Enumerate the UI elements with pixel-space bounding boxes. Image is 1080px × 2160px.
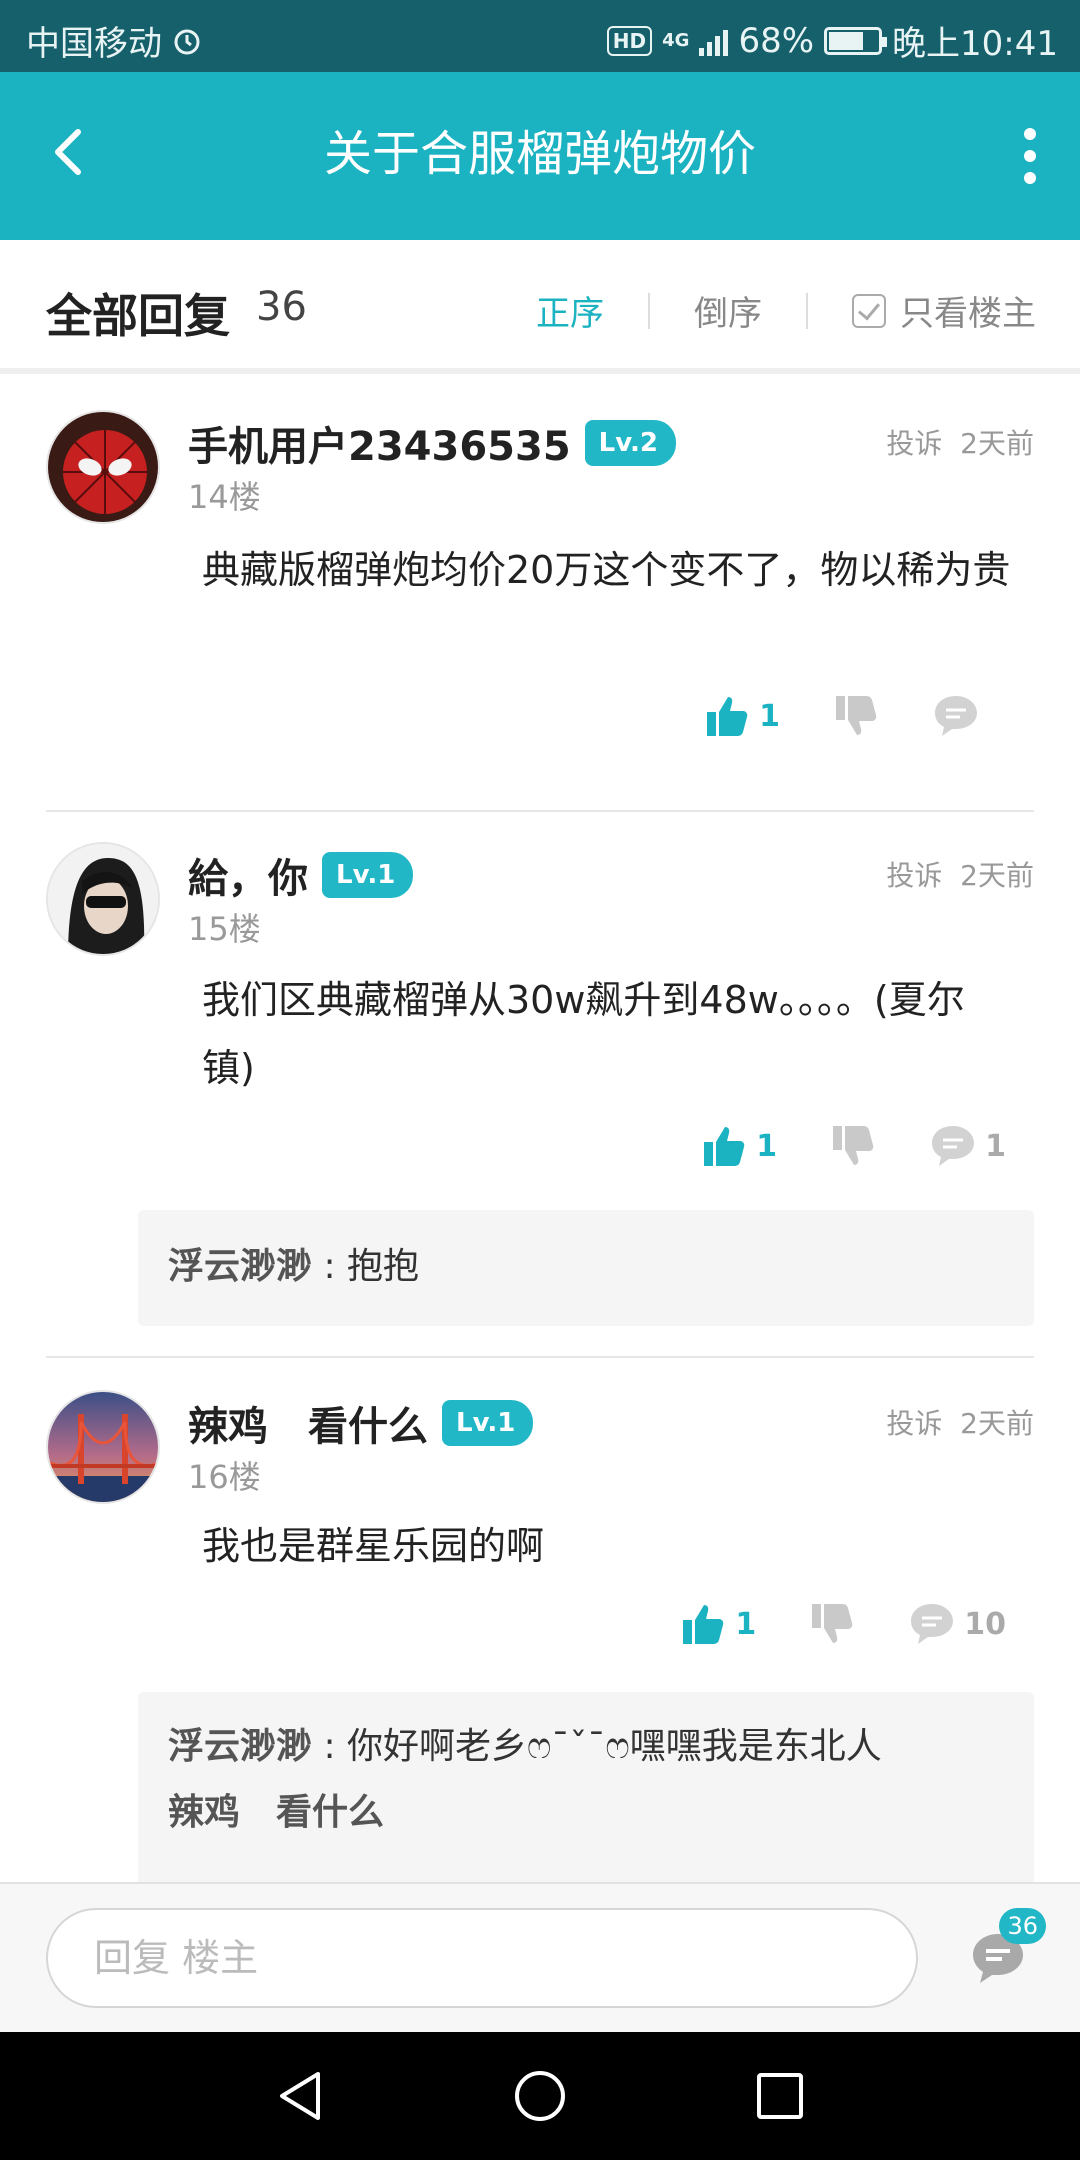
level-badge: Lv.2 — [584, 420, 677, 466]
title-bar: 关于合服榴弹炮物价 — [0, 72, 1080, 240]
comment-icon — [932, 1126, 975, 1166]
alarm-icon — [174, 29, 200, 54]
battery-percent: 68% — [738, 20, 815, 61]
post-meta: 投诉 2天前 — [886, 422, 1034, 462]
avatar[interactable] — [46, 842, 160, 956]
sub-reply-text: 抱抱 — [347, 1246, 420, 1287]
sub-reply-author[interactable]: 辣鸡 看什么 — [168, 1792, 384, 1833]
floor-number: 14楼 — [188, 478, 261, 516]
reply-post: 手机用户23436535 Lv.2 投诉 2天前 14楼 典藏版榴弹炮均价20万… — [46, 410, 1034, 810]
navigation-bar — [0, 2032, 1080, 2160]
report-link[interactable]: 投诉 — [886, 427, 942, 460]
battery-icon — [824, 26, 888, 55]
post-content: 我们区典藏榴弹从30w飙升到48w。。。。(夏尔镇) — [202, 978, 965, 1090]
comment-icon — [911, 1604, 954, 1644]
post-time: 2天前 — [960, 1407, 1034, 1440]
comment-icon — [935, 696, 977, 736]
level-badge: Lv.1 — [322, 852, 414, 898]
level-badge: Lv.1 — [442, 1400, 534, 1446]
post-actions: 1 1 — [648, 1122, 1006, 1170]
like-button[interactable]: 1 — [703, 692, 780, 740]
post-content: 我也是群星乐园的啊 — [202, 1524, 545, 1568]
report-link[interactable]: 投诉 — [886, 1407, 942, 1440]
floor-number: 16楼 — [188, 1458, 261, 1496]
post-time: 2天前 — [960, 427, 1034, 460]
signal-icon — [699, 26, 729, 56]
username[interactable]: 給，你 Lv.1 — [188, 846, 414, 904]
carrier-label: 中国移动 — [26, 24, 162, 64]
nav-back-icon[interactable] — [272, 2068, 328, 2124]
post-meta: 投诉 2天前 — [886, 1402, 1034, 1442]
hd-icon: HD — [606, 25, 653, 56]
floor-number: 15楼 — [188, 910, 261, 948]
more-icon[interactable] — [1020, 128, 1040, 184]
username[interactable]: 手机用户23436535 Lv.2 — [188, 414, 677, 472]
sub-reply-box[interactable]: 浮云渺渺 : 抱抱 — [138, 1210, 1034, 1326]
nav-recent-icon[interactable] — [752, 2068, 808, 2124]
sort-ascending-button[interactable]: 正序 — [536, 286, 604, 335]
thumb-up-icon — [707, 697, 748, 736]
post-actions: 1 10 — [627, 1600, 1006, 1648]
username-text: 辣鸡 看什么 — [188, 1404, 428, 1450]
divider — [648, 292, 650, 329]
reply-header: 全部回复 36 正序 倒序 只看楼主 — [0, 240, 1080, 374]
sub-reply: 浮云渺渺 : 抱抱 — [168, 1234, 1004, 1300]
post-content: 典藏版榴弹炮均价20万这个变不了，物以稀为贵 — [202, 548, 1011, 592]
divider — [46, 810, 1034, 812]
avatar[interactable] — [46, 1390, 160, 1504]
like-button[interactable]: 1 — [679, 1600, 756, 1648]
reply-input-bar: 回复 楼主 36 — [0, 1882, 1080, 2032]
sub-reply-separator: : — [312, 1246, 348, 1287]
sub-reply-author[interactable]: 浮云渺渺 — [168, 1726, 312, 1767]
comment-button[interactable]: 1 — [929, 1122, 1006, 1170]
status-bar: 中国移动 HD 4G 68% 晚上10:41 — [0, 0, 1080, 72]
post-actions: 1 — [651, 692, 1006, 740]
username-text: 手机用户23436535 — [188, 424, 571, 470]
sub-reply: 辣鸡 看什么 — [168, 1780, 1004, 1846]
thumb-down-icon — [836, 696, 877, 735]
sub-reply-box[interactable]: 浮云渺渺 : 你好啊老乡ෆ¯ˇ¯ෆ嘿嘿我是东北人 辣鸡 看什么 — [138, 1692, 1034, 1882]
like-button[interactable]: 1 — [700, 1122, 777, 1170]
only-owner-toggle[interactable]: 只看楼主 — [900, 286, 1036, 335]
dislike-button[interactable] — [808, 1600, 856, 1648]
dislike-button[interactable] — [832, 692, 880, 740]
network-label: 4G — [662, 29, 690, 51]
divider — [46, 1356, 1034, 1358]
clock: 晚上10:41 — [892, 24, 1058, 64]
sub-reply-text: 你好啊老乡ෆ¯ˇ¯ෆ嘿嘿我是东北人 — [347, 1726, 882, 1767]
sub-reply-author[interactable]: 浮云渺渺 — [168, 1246, 312, 1287]
comment-button[interactable]: 10 — [908, 1600, 1006, 1648]
page-title: 关于合服榴弹炮物价 — [323, 126, 756, 182]
avatar[interactable] — [46, 410, 160, 524]
thumb-up-icon — [683, 1605, 724, 1644]
thumb-up-icon — [704, 1127, 745, 1166]
dislike-button[interactable] — [829, 1122, 877, 1170]
sub-reply-separator: : — [312, 1726, 348, 1767]
checkbox-icon[interactable] — [852, 293, 886, 328]
comment-button[interactable] — [932, 692, 1006, 740]
reply-count: 36 — [256, 284, 307, 330]
nav-home-icon[interactable] — [512, 2068, 568, 2124]
post-time: 2天前 — [960, 859, 1034, 892]
sub-reply: 浮云渺渺 : 你好啊老乡ෆ¯ˇ¯ෆ嘿嘿我是东北人 — [168, 1714, 1004, 1780]
thumb-down-icon — [812, 1604, 853, 1643]
thumb-down-icon — [833, 1126, 874, 1165]
sort-descending-button[interactable]: 倒序 — [694, 286, 762, 335]
reply-input[interactable]: 回复 楼主 — [46, 1908, 918, 2008]
all-replies-label: 全部回复 — [46, 289, 230, 343]
divider — [806, 292, 808, 329]
username[interactable]: 辣鸡 看什么 Lv.1 — [188, 1394, 534, 1452]
username-text: 給，你 — [188, 856, 308, 902]
post-meta: 投诉 2天前 — [886, 854, 1034, 894]
report-link[interactable]: 投诉 — [886, 859, 942, 892]
comment-count-badge: 36 — [999, 1908, 1046, 1944]
